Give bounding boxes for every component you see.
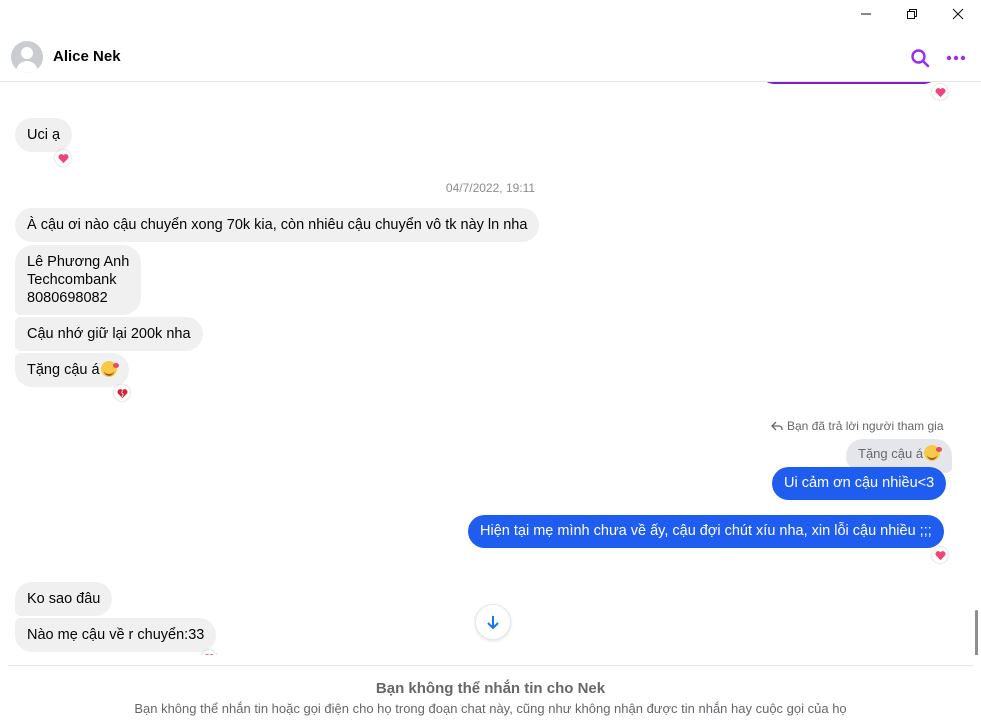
restore-button[interactable] [889,0,935,28]
message-bubble[interactable]: Ko sao đâu [15,582,113,616]
smiling-face-with-hearts-icon [924,445,943,461]
message-list[interactable]: Uci ạ 04/7/2022, 19:11 À cậu ơi nào cậu … [0,82,981,655]
avatar[interactable] [11,41,43,73]
message-bubble[interactable]: Cậu nhớ giữ lại 200k nha [15,317,203,351]
reaction-broken-heart[interactable] [114,385,130,401]
message-text: Cậu nhớ giữ lại 200k nha [27,326,191,342]
message-text: Hiện tại mẹ mình chưa về ấy, cậu đợi chú… [480,523,932,539]
message-line: Lê Phương Anh [27,254,130,270]
message-line: Techcombank [27,272,117,288]
message-text: Ko sao đâu [27,591,101,607]
message-text: À cậu ơi nào cậu chuyển xong 70k kia, cò… [27,217,528,233]
timestamp: 04/7/2022, 19:11 [445,181,536,195]
smiling-face-with-hearts-icon [100,361,119,377]
message-bubble[interactable]: Nào mẹ cậu về r chuyển:33 [15,618,217,652]
reply-quote-text: Tặng cậu á [858,446,924,461]
scrollbar-thumb[interactable] [975,610,978,655]
blocked-notice: Bạn không thể nhắn tin cho Nek Bạn không… [8,665,973,723]
partial-outgoing-bubble[interactable] [760,82,938,84]
scroll-to-bottom-button[interactable] [475,604,511,640]
heart-icon [57,153,69,163]
broken-heart-icon [116,388,128,398]
chat-header: Alice Nek [0,36,981,82]
blocked-notice-title: Bạn không thể nhắn tin cho Nek [375,680,606,697]
message-bubble[interactable]: Uci ạ [15,118,73,152]
contact-name[interactable]: Alice Nek [53,48,121,65]
heart-icon [204,653,214,655]
message-bubble[interactable]: Lê Phương Anh Techcombank 8080698082 [15,245,142,315]
message-bubble[interactable]: Tặng cậu á [15,353,129,387]
reaction-heart[interactable] [55,150,71,166]
search-icon [911,49,930,68]
messenger-window: Alice Nek Uci ạ 04/7/2022, 19:11 À cậu ơ… [0,0,981,723]
message-text: Nào mẹ cậu về r chuyển:33 [27,627,205,643]
arrow-down-icon [487,616,499,630]
heart-icon [934,550,946,560]
search-button[interactable] [908,46,932,70]
message-text: Uci ạ [27,127,61,143]
reaction-heart[interactable] [932,84,948,100]
close-icon [952,8,964,20]
reply-note-text: Bạn đã trả lời người tham gia [787,419,944,433]
reply-arrow-icon [771,421,783,431]
window-controls [843,0,981,28]
message-text: Ui cảm ơn cậu nhiều<3 [784,475,935,491]
message-bubble[interactable]: À cậu ơi nào cậu chuyển xong 70k kia, cò… [15,208,540,242]
reaction-heart[interactable] [932,547,948,563]
close-button[interactable] [935,0,981,28]
minimize-button[interactable] [843,0,889,28]
message-text: Tặng cậu á [27,362,100,378]
more-options-button[interactable] [944,46,968,70]
message-bubble-outgoing[interactable]: Ui cảm ơn cậu nhiều<3 [772,467,947,500]
minimize-icon [861,13,871,15]
heart-icon [934,87,946,97]
blocked-notice-subtitle: Bạn không thể nhắn tin hoặc gọi điện cho… [134,701,847,716]
message-bubble-outgoing[interactable]: Hiện tại mẹ mình chưa về ấy, cậu đợi chú… [468,515,944,548]
more-options-icon [946,55,966,61]
reaction-heart[interactable] [201,650,217,655]
reply-note: Bạn đã trả lời người tham gia [771,419,944,433]
restore-icon [907,9,917,19]
message-line: 8080698082 [27,290,108,306]
